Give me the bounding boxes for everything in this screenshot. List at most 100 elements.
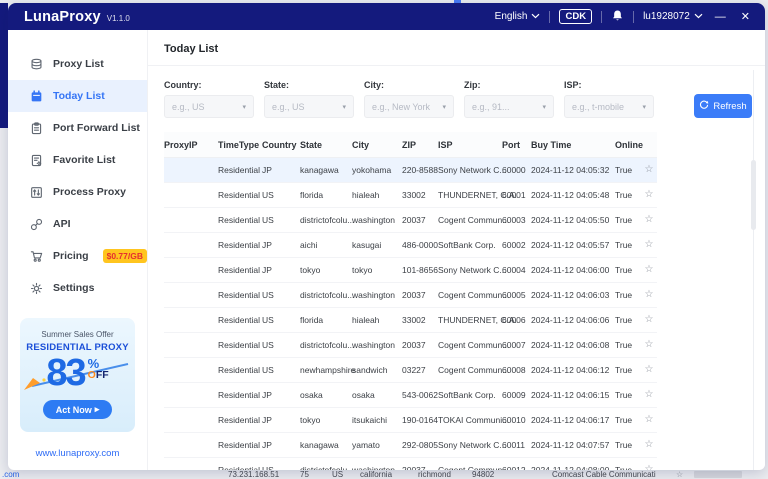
table-cell: florida [300, 190, 352, 200]
table-row[interactable]: ResidentialJPkanagawayamato292-0805Sony … [164, 433, 657, 458]
promo-discount-number: 83 [46, 355, 84, 391]
favorite-star-icon[interactable]: ☆ [641, 340, 657, 350]
promo-off-label: OFF [88, 370, 109, 381]
filter-select-country[interactable]: e.g., US▾ [164, 95, 254, 118]
close-button[interactable]: ✕ [738, 10, 753, 23]
table-cell: JP [262, 390, 300, 400]
table-row[interactable]: ResidentialJPaichikasugai486-0000SoftBan… [164, 233, 657, 258]
table-cell: 33002 [402, 190, 438, 200]
act-now-label: Act Now [56, 405, 92, 415]
table-cell: 20037 [402, 465, 438, 470]
table-cell: tokyo [352, 265, 402, 275]
refresh-label: Refresh [713, 101, 746, 112]
table-cell: True [615, 240, 641, 250]
sidebar-item-label: Pricing [53, 250, 89, 262]
chevron-down-icon [531, 11, 540, 22]
table-row[interactable]: ResidentialJPtokyotokyo101-8656Sony Netw… [164, 258, 657, 283]
sidebar-item-port-forward-list[interactable]: Port Forward List [8, 112, 147, 144]
favorite-star-icon[interactable]: ☆ [641, 240, 657, 250]
table-cell: True [615, 440, 641, 450]
table-cell: 220-8588 [402, 165, 438, 175]
table-cell: 20037 [402, 290, 438, 300]
filter-select-city[interactable]: e.g., New York▾ [364, 95, 454, 118]
sidebar-item-pricing[interactable]: Pricing$0.77/GB [8, 240, 147, 272]
table-cell: JP [262, 240, 300, 250]
table-cell: JP [262, 265, 300, 275]
filter-select-isp[interactable]: e.g., t-mobile▾ [564, 95, 654, 118]
table-cell: florida [300, 315, 352, 325]
table-row[interactable]: ResidentialUSdistrictofcolu...washington… [164, 333, 657, 358]
sidebar-item-today-list[interactable]: Today List [8, 80, 147, 112]
table-cell: 2024-11-12 04:05:50 [531, 215, 615, 225]
calendar-icon [30, 90, 43, 103]
table-cell: 2024-11-12 04:06:17 [531, 415, 615, 425]
table-row[interactable]: ResidentialUSdistrictofcolu...washington… [164, 283, 657, 308]
table-cell: 2024-11-12 04:05:32 [531, 165, 615, 175]
favorite-star-icon[interactable]: ☆ [641, 440, 657, 450]
favorite-star-icon[interactable]: ☆ [641, 190, 657, 200]
refresh-button[interactable]: Refresh [694, 94, 752, 118]
table-row[interactable]: ResidentialUSfloridahialeah33002THUNDERN… [164, 308, 657, 333]
table-cell: Residential [218, 440, 262, 450]
chevron-down-icon: ▾ [542, 103, 546, 111]
table-row[interactable]: ResidentialJPtokyoitsukaichi190-0164TOKA… [164, 408, 657, 433]
filter-label: City: [364, 80, 454, 90]
table-cell: Residential [218, 215, 262, 225]
table-cell: True [615, 340, 641, 350]
filter-select-state[interactable]: e.g., US▾ [264, 95, 354, 118]
act-now-button[interactable]: Act Now ▸ [43, 400, 113, 419]
table-cell: True [615, 190, 641, 200]
scrollbar[interactable] [753, 70, 754, 470]
favorite-star-icon[interactable]: ☆ [641, 290, 657, 300]
table-cell: Residential [218, 365, 262, 375]
divider [601, 11, 602, 23]
table-cell: True [615, 315, 641, 325]
favorite-star-icon[interactable]: ☆ [641, 265, 657, 275]
user-menu[interactable]: lu1928072 [643, 11, 703, 22]
scrollbar-thumb[interactable] [751, 160, 756, 230]
table-cell: SoftBank Corp. [438, 240, 502, 250]
favorite-star-icon[interactable]: ☆ [641, 390, 657, 400]
table-cell: 2024-11-12 04:06:15 [531, 390, 615, 400]
filter-placeholder: e.g., New York [372, 102, 430, 112]
favorite-star-icon[interactable]: ☆ [641, 215, 657, 225]
chevron-down-icon [694, 11, 703, 22]
table-row[interactable]: ResidentialJPosakaosaka543-0062SoftBank … [164, 383, 657, 408]
table-row[interactable]: ResidentialUSfloridahialeah33002THUNDERN… [164, 183, 657, 208]
sidebar-item-proxy-list[interactable]: Proxy List [8, 48, 147, 80]
sidebar-item-favorite-list[interactable]: Favorite List [8, 144, 147, 176]
table-cell: US [262, 290, 300, 300]
table-cell: Residential [218, 290, 262, 300]
app-version: V1.1.0 [107, 14, 130, 23]
table-row[interactable]: ResidentialUSdistrictofcolu...washington… [164, 208, 657, 233]
table-cell: 60011 [502, 440, 531, 450]
favorite-star-icon[interactable]: ☆ [641, 165, 657, 175]
table-cell: 2024-11-12 04:08:00 [531, 465, 615, 470]
sidebar-item-api[interactable]: API [8, 208, 147, 240]
table-row[interactable]: ResidentialJPkanagawayokohama220-8588Son… [164, 158, 657, 183]
sidebar-item-process-proxy[interactable]: Process Proxy [8, 176, 147, 208]
clipboard-icon [30, 122, 43, 135]
main-panel: Today List Country:e.g., US▾State:e.g., … [148, 30, 765, 470]
favorite-star-icon[interactable]: ☆ [641, 365, 657, 375]
minimize-button[interactable]: — [712, 11, 729, 23]
sidebar-item-settings[interactable]: Settings [8, 272, 147, 304]
table-cell: kanagawa [300, 165, 352, 175]
cdk-button[interactable]: CDK [559, 9, 592, 24]
table-cell: 60003 [502, 215, 531, 225]
table-row[interactable]: ResidentialUSnewhampshiresandwich03227Co… [164, 358, 657, 383]
favorite-star-icon[interactable]: ☆ [641, 465, 657, 470]
notifications-button[interactable] [611, 9, 624, 25]
chevron-down-icon: ▾ [342, 103, 346, 111]
website-link[interactable]: www.lunaproxy.com [8, 448, 147, 459]
language-selector[interactable]: English [495, 11, 541, 22]
favorite-star-icon[interactable]: ☆ [641, 315, 657, 325]
filter-select-zip[interactable]: e.g., 91... ▾ [464, 95, 554, 118]
table-cell: osaka [352, 390, 402, 400]
table-cell: 101-8656 [402, 265, 438, 275]
table-row[interactable]: ResidentialUSdistrictofcolu...washington… [164, 458, 657, 470]
table-cell: 60006 [502, 315, 531, 325]
filter-placeholder: e.g., 91... [472, 102, 510, 112]
table-body: ResidentialJPkanagawayokohama220-8588Son… [164, 158, 657, 470]
favorite-star-icon[interactable]: ☆ [641, 415, 657, 425]
